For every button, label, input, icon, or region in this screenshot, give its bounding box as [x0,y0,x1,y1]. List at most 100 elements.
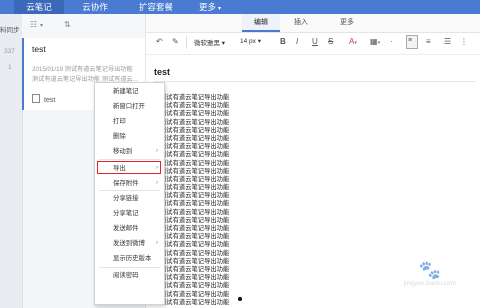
note-count: 337 [4,48,15,55]
folder-strip: 料同步 337 1 [0,14,23,308]
chevron-right-icon: › [156,240,158,246]
menu-item[interactable]: 分享笔记 [95,208,164,219]
menu-item-label: 显示历史版本 [113,255,152,262]
attachment-name: test [44,97,56,104]
document-body-line: 测试有道云笔记导出功能 [160,241,230,249]
tab-cloud-collab[interactable]: 云协作 [70,0,120,14]
menu-item[interactable]: 移动到 › [95,146,164,157]
menu-item-label: 发送邮件 [113,225,139,232]
document-body-line: 测试有道云笔记导出功能 [160,167,230,175]
row-number: 1 [8,64,12,71]
top-nav: 云笔记 云协作 扩容套餐 更多 ▾ [0,0,480,14]
font-family-select[interactable]: 微软雅黑 ▾ [194,37,225,47]
context-menu: 新建笔记新窗口打开打印删除移动到 › 导出 › 保存附件 › 分享链接分享笔记发送邮件发送到… [94,82,165,305]
grid-view-icon[interactable]: ☷ [30,20,37,29]
font-family-value: 微软雅黑 [194,40,220,47]
document-body-line: 测试有道云笔记导出功能 [160,225,230,232]
menu-item-label: 发送到微博 [113,240,145,247]
chevron-right-icon: › [156,165,158,171]
tab-storage-plans[interactable]: 扩容套餐 [126,0,186,14]
font-size-select[interactable]: 14 px ▾ [240,37,261,45]
tab-more-editor[interactable]: 更多 [328,14,366,32]
menu-item-label: 打印 [113,118,126,125]
menu-item-label: 分享笔记 [113,210,139,217]
document-body-line: 测试有道云笔记导出功能 [160,94,230,101]
watermark-url: jingyan.baidu.com [403,280,457,287]
note-item-date-snippet: 2015/01/19 测试有道云笔记导出功能 [32,66,133,73]
document-body-line: 测试有道云笔记导出功能 [160,265,230,273]
bold-icon[interactable]: B [280,37,286,46]
chevron-right-icon: › [156,148,158,154]
menu-item[interactable]: 删除 [95,131,164,142]
menu-item-label: 新窗口打开 [113,103,145,110]
document-body-line: 测试有道云笔记导出功能 [160,257,230,265]
tab-label: 更多 [198,2,216,12]
strikethrough-icon[interactable]: S [328,37,333,46]
document-body-line: 测试有道云笔记导出功能 [160,159,230,167]
tab-label: 更多 [340,19,354,26]
menu-item[interactable]: 分享链接 [95,193,164,204]
document-body-line: 测试有道云笔记导出功能 [160,151,230,159]
menu-item[interactable]: 打印 [95,116,164,127]
menu-divider [99,267,160,268]
document-body-line: 测试有道云笔记导出功能 [160,134,230,142]
document-body-line: 测试有道云笔记导出功能 [160,249,230,257]
chevron-down-icon[interactable]: ▾ [40,22,43,29]
bullet-dot [238,297,242,301]
list-icon[interactable]: ⋮ [460,37,468,46]
sync-label: 料同步 [0,27,20,34]
watermark: 🐾 jingyan.baidu.com [385,260,475,302]
paw-logo-icon: 🐾 [418,260,442,280]
note-item-title: test [32,44,46,54]
format-painter-icon[interactable]: ✎ [172,37,179,46]
font-color-icon[interactable]: A▾ [349,37,357,46]
document-body-line: 测试有道云笔记导出功能 [160,216,230,224]
menu-item[interactable]: 新建笔记 [95,86,164,97]
menu-item[interactable]: 新窗口打开 [95,101,164,112]
line-height-icon[interactable]: ☰ [444,37,451,46]
tab-label: 插入 [294,19,308,26]
menu-item[interactable]: 显示历史版本 [95,253,164,264]
menu-item-label: 分享链接 [113,195,139,202]
tab-more[interactable]: 更多 ▾ [190,0,230,14]
menu-item[interactable]: 导出 › [95,163,164,174]
menu-item[interactable]: 发送邮件 [95,223,164,234]
tab-label: 云笔记 [26,2,52,12]
document-title[interactable]: test [154,67,170,77]
italic-icon[interactable]: I [296,37,298,46]
tab-cloud-notes[interactable]: 云笔记 [14,0,64,14]
font-size-value: 14 px [240,38,256,45]
toolbar-divider [186,36,187,49]
more-format-icon[interactable]: · [390,37,393,46]
document-body-line: 测试有道云笔记导出功能 [160,200,230,208]
file-icon [32,94,40,103]
menu-divider [99,159,160,160]
sort-icon[interactable]: ⇅ [64,20,71,29]
note-attachment[interactable]: test [32,94,55,104]
menu-item-label: 新建笔记 [113,88,139,95]
document-body-line: 测试有道云笔记导出功能 [160,175,230,183]
editor-tabs: 编辑 插入 更多 [146,14,480,33]
undo-icon[interactable]: ↶ [156,37,163,46]
menu-item-label: 阅读密码 [113,272,139,279]
tab-insert[interactable]: 插入 [282,14,320,32]
chevron-right-icon: › [156,180,158,186]
tab-label: 编辑 [254,19,268,26]
tab-edit[interactable]: 编辑 [242,14,280,32]
document-body-line: 测试有道云笔记导出功能 [160,282,230,290]
menu-item[interactable]: 发送到微博 › [95,238,164,249]
document-body-line: 测试有道云笔记导出功能 [160,208,230,216]
menu-item[interactable]: 保存附件 › [95,178,164,189]
menu-item-label: 删除 [113,133,126,140]
tab-label: 云协作 [82,2,108,12]
align-icon[interactable]: ≡ [426,37,431,46]
align-left-icon: ≡ [408,37,413,44]
underline-icon[interactable]: U [312,37,318,46]
document-body-line: 测试有道云笔记导出功能 [160,126,230,134]
document-body[interactable]: 测试有道云笔记导出功能 测试有道云笔记导出功能 测试有道云笔记导出功能 测试有道云笔记… [160,94,320,307]
menu-item-label: 保存附件 [113,180,139,187]
title-divider [154,81,476,82]
highlight-color-icon[interactable]: ▦▾ [370,37,380,46]
document-body-line: 测试有道云笔记导出功能 [160,110,230,118]
menu-item[interactable]: 阅读密码 [95,270,164,281]
